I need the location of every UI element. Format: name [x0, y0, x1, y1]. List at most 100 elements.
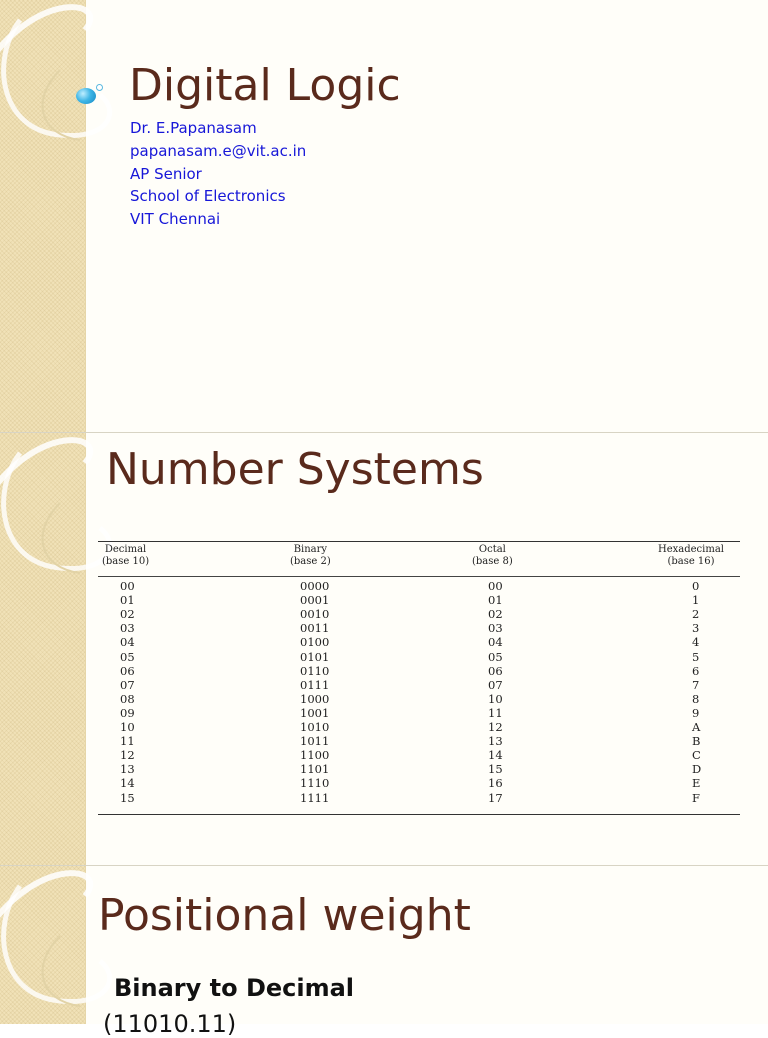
table-row: 07 0111 07 7	[98, 678, 740, 692]
table-row: 02 0010 02 2	[98, 607, 740, 621]
table-cell: 02	[488, 607, 503, 622]
table-cell: A	[692, 720, 701, 734]
table-row: 15 1111 17 F	[98, 791, 740, 805]
table-cell: 9	[692, 705, 700, 720]
table-cell: 0	[692, 579, 700, 593]
table-row: 12 1100 14 C	[98, 748, 740, 762]
table-cell: 06	[488, 663, 503, 678]
table-cell: 4	[692, 635, 700, 650]
table-cell: 03	[488, 621, 503, 636]
table-cell: 11	[488, 705, 503, 720]
table-cell: 17	[488, 790, 503, 805]
table-cell: 07	[488, 677, 503, 692]
table-cell: 0101	[300, 649, 330, 664]
table-cell: 6	[692, 663, 700, 678]
table-row: 09 1001 11 9	[98, 706, 740, 720]
table-cell: 0001	[300, 593, 330, 608]
table-row: 14 1110 16 E	[98, 776, 740, 790]
table-cell: 0111	[300, 677, 330, 692]
table-cell: 11	[120, 734, 135, 749]
table-row: 01 0001 01 1	[98, 593, 740, 607]
swirl-decoration-icon	[0, 4, 112, 141]
table-cell: 2	[692, 607, 700, 622]
slide-1: Digital Logic Dr. E.Papanasam papanasam.…	[0, 0, 768, 433]
table-row: 11 1011 13 B	[98, 734, 740, 748]
table-header: Decimal (base 10) Binary (base 2) Octal …	[98, 542, 740, 577]
table-cell: 00	[488, 579, 503, 593]
header-hexadecimal: Hexadecimal (base 16)	[658, 544, 725, 567]
table-cell: 14	[488, 748, 503, 763]
table-cell: 13	[120, 762, 135, 777]
table-row: 03 0011 03 3	[98, 621, 740, 635]
author-name: Dr. E.Papanasam	[130, 119, 257, 137]
author-email: papanasam.e@vit.ac.in	[130, 141, 307, 160]
table-cell: 06	[120, 663, 135, 678]
table-cell: 03	[120, 621, 135, 636]
table-cell: 0011	[300, 621, 330, 636]
table-cell: 1011	[300, 734, 330, 749]
author-position: AP Senior	[130, 164, 202, 183]
table-cell: 1	[692, 593, 700, 608]
table-cell: 1110	[300, 776, 330, 791]
table-row: 05 0101 05 5	[98, 650, 740, 664]
table-cell: E	[692, 776, 701, 791]
table-cell: 0010	[300, 607, 330, 622]
slide-title: Digital Logic	[129, 60, 401, 111]
table-row: 00 0000 00 0	[98, 579, 740, 593]
table-cell: 5	[692, 649, 700, 664]
author-school: School of Electronics	[130, 187, 286, 206]
table-cell: 10	[120, 720, 135, 734]
table-cell: 12	[488, 720, 503, 734]
table-cell: 1111	[300, 790, 330, 805]
table-cell: 01	[120, 593, 135, 608]
bullet-ring-icon	[96, 84, 103, 91]
table-cell: 1010	[300, 720, 330, 734]
table-cell: 09	[120, 705, 135, 720]
table-cell: 00	[120, 579, 135, 593]
table-row: 10 1010 12 A	[98, 720, 740, 734]
table-cell: 15	[120, 790, 135, 805]
table-cell: 8	[692, 691, 700, 706]
number-systems-table: Decimal (base 10) Binary (base 2) Octal …	[98, 541, 740, 815]
binary-expression: (11010.11)	[103, 1010, 237, 1038]
table-cell: 7	[692, 677, 700, 692]
table-cell: F	[692, 790, 700, 805]
table-cell: 16	[488, 776, 503, 791]
slide-title: Number Systems	[106, 444, 484, 495]
table-cell: 05	[488, 649, 503, 664]
table-cell: 04	[120, 635, 135, 650]
slide-title: Positional weight	[98, 890, 471, 941]
table-cell: 1100	[300, 748, 330, 763]
table-cell: 15	[488, 762, 503, 777]
subheading: Binary to Decimal	[114, 974, 355, 1002]
table-cell: 3	[692, 621, 700, 636]
table-cell: 1000	[300, 691, 330, 706]
table-cell: 01	[488, 593, 503, 608]
header-binary: Binary (base 2)	[290, 544, 331, 567]
table-row: 13 1101 15 D	[98, 762, 740, 776]
table-cell: 1101	[300, 762, 330, 777]
table-cell: 0100	[300, 635, 330, 650]
header-decimal: Decimal (base 10)	[102, 544, 150, 567]
author-institution: VIT Chennai	[130, 210, 221, 229]
table-cell: 04	[488, 635, 503, 650]
table-cell: 12	[120, 748, 135, 763]
table-cell: D	[692, 762, 702, 777]
table-cell: B	[692, 734, 701, 749]
table-cell: 0000	[300, 579, 330, 593]
table-cell: 02	[120, 607, 135, 622]
table-cell: 05	[120, 649, 135, 664]
table-cell: 1001	[300, 705, 330, 720]
table-cell: 13	[488, 734, 503, 749]
table-cell: 10	[488, 691, 503, 706]
author-info: Dr. E.Papanasam papanasam.e@vit.ac.in AP…	[130, 117, 306, 231]
table-cell: 14	[120, 776, 135, 791]
table-row: 08 1000 10 8	[98, 692, 740, 706]
bullet-dot-icon	[76, 88, 96, 104]
table-cell: C	[692, 748, 701, 763]
table-cell: 0110	[300, 663, 330, 678]
table-cell: 07	[120, 677, 135, 692]
table-cell: 08	[120, 691, 135, 706]
table-row: 04 0100 04 4	[98, 635, 740, 649]
table-row: 06 0110 06 6	[98, 664, 740, 678]
